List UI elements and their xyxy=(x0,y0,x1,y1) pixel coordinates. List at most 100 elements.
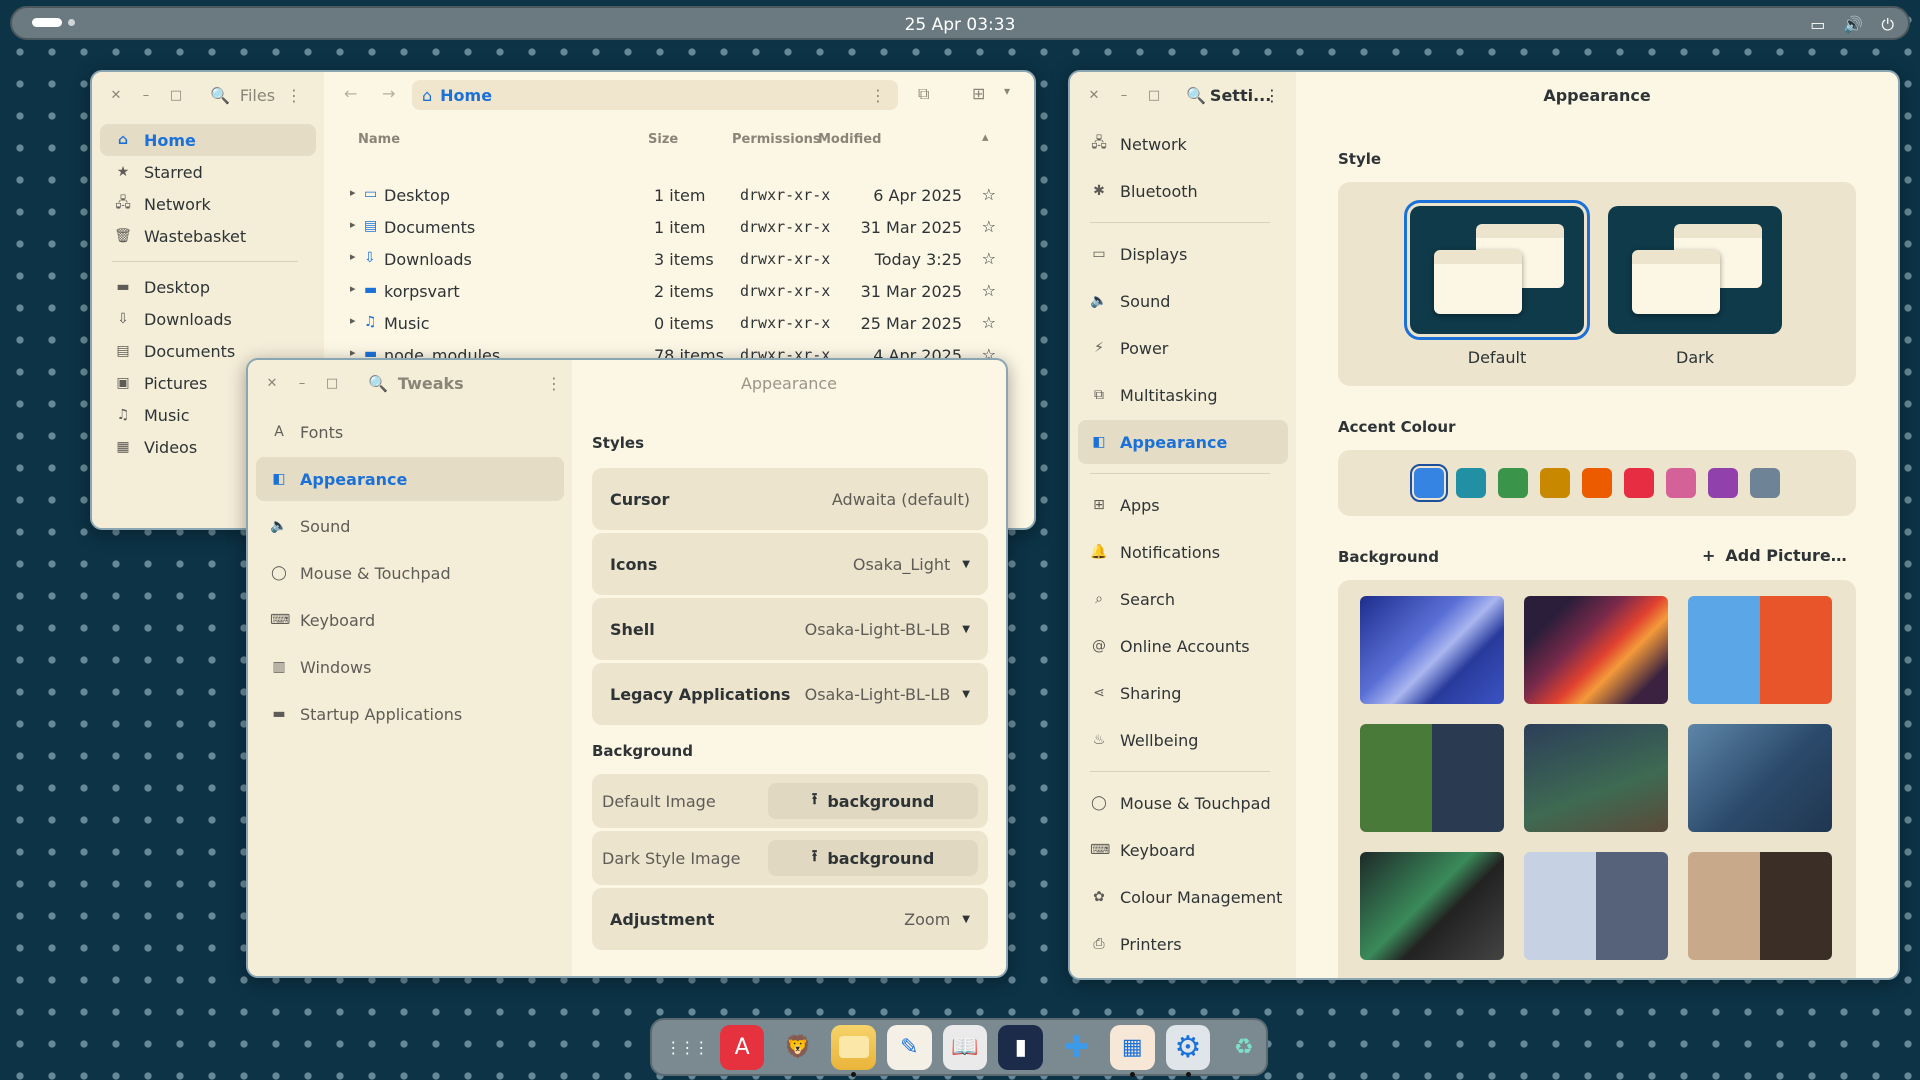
minimize-icon[interactable]: – xyxy=(1116,88,1132,103)
accent-swatch[interactable] xyxy=(1410,464,1448,502)
minimize-icon[interactable]: – xyxy=(294,376,310,391)
settings-nav-sharing[interactable]: ⋖ Sharing xyxy=(1078,671,1288,715)
system-tray[interactable]: ▭ 🔊 ⏻ xyxy=(1810,15,1894,35)
table-row[interactable]: ▸ ▤ Documents 1 item drwxr-xr-x 31 Mar 2025 ☆ xyxy=(324,214,1034,246)
menu-icon[interactable]: ⋮ xyxy=(546,374,562,393)
terminal-app-icon[interactable]: ▮ xyxy=(998,1024,1044,1070)
settings-nav-apps[interactable]: ⊞ Apps xyxy=(1078,483,1288,527)
settings-nav-appearance[interactable]: ◧ Appearance xyxy=(1078,420,1288,464)
trash-app-icon[interactable]: ♻ xyxy=(1221,1025,1266,1070)
expand-icon[interactable]: ▸ xyxy=(350,218,356,231)
accent-swatch[interactable] xyxy=(1456,468,1486,498)
settings-nav-online-accounts[interactable]: @ Online Accounts xyxy=(1078,624,1288,668)
column-header-size[interactable]: Size xyxy=(648,132,678,147)
table-row[interactable]: ▸ ⇩ Downloads 3 items drwxr-xr-x Today 3:25 ☆ xyxy=(324,246,1034,278)
add-picture-button[interactable]: + Add Picture… xyxy=(1702,546,1847,565)
forward-icon[interactable]: → xyxy=(382,84,395,103)
settings-nav-sound[interactable]: 🔈 Sound xyxy=(1078,279,1288,323)
tweaks-app-icon[interactable]: ▦ xyxy=(1109,1024,1155,1077)
sidebar-item-wastebasket[interactable]: 🗑 Wastebasket xyxy=(100,220,316,252)
settings-search-title[interactable]: 🔍 Setti... xyxy=(1186,86,1271,105)
tweaks-nav-fonts[interactable]: A Fonts xyxy=(256,410,564,454)
column-header-name[interactable]: Name xyxy=(358,132,400,147)
wallpaper-tree-day[interactable] xyxy=(1360,724,1504,832)
path-menu-icon[interactable]: ⋮ xyxy=(870,86,886,105)
star-icon[interactable]: ☆ xyxy=(982,249,996,268)
star-icon[interactable]: ☆ xyxy=(982,281,996,300)
sidebar-item-home[interactable]: ⌂ Home xyxy=(100,124,316,156)
style-row-legacy-applications[interactable]: Legacy Applications Osaka-Light-BL-LB ▼ xyxy=(592,663,988,725)
path-bar[interactable]: ⌂ Home ⋮ xyxy=(412,80,898,110)
close-icon[interactable]: ✕ xyxy=(1086,88,1102,103)
choose-image-button[interactable]: ⭱ background xyxy=(768,840,978,876)
accent-swatch[interactable] xyxy=(1666,468,1696,498)
star-icon[interactable]: ☆ xyxy=(982,217,996,236)
text-editor-icon[interactable]: ✎ xyxy=(886,1024,932,1070)
wallpaper-beige-swirl[interactable] xyxy=(1688,852,1832,960)
style-option-default[interactable] xyxy=(1404,200,1590,340)
star-icon[interactable]: ☆ xyxy=(982,185,996,204)
view-options-icon[interactable]: ▾ xyxy=(1004,84,1010,98)
expand-icon[interactable]: ▸ xyxy=(350,250,356,263)
accent-swatch[interactable] xyxy=(1540,468,1570,498)
app-center-icon[interactable]: A xyxy=(719,1024,765,1070)
screen-icon[interactable]: ▭ xyxy=(1810,15,1825,35)
wallpaper-glass-blue[interactable] xyxy=(1688,724,1832,832)
close-icon[interactable]: ✕ xyxy=(108,88,124,103)
sidebar-item-downloads[interactable]: ⇩ Downloads xyxy=(100,303,316,335)
tweaks-nav-sound[interactable]: 🔈 Sound xyxy=(256,504,564,548)
maximize-icon[interactable]: □ xyxy=(324,376,340,391)
settings-app-icon[interactable]: ⚙ xyxy=(1165,1024,1211,1077)
table-row[interactable]: ▸ ▭ Desktop 1 item drwxr-xr-x 6 Apr 2025 ☆ xyxy=(324,182,1034,214)
back-icon[interactable]: ← xyxy=(344,84,357,103)
star-icon[interactable]: ☆ xyxy=(982,313,996,332)
files-title[interactable]: 🔍 Files xyxy=(210,86,275,105)
accent-swatch[interactable] xyxy=(1708,468,1738,498)
clock[interactable]: 25 Apr 03:33 xyxy=(12,15,1908,35)
close-icon[interactable]: ✕ xyxy=(264,376,280,391)
choose-image-button[interactable]: ⭱ background xyxy=(768,783,978,819)
adjustment-row[interactable]: Adjustment Zoom ▼ xyxy=(592,888,988,950)
tweaks-nav-mouse-touchpad[interactable]: ◯ Mouse & Touchpad xyxy=(256,551,564,595)
menu-icon[interactable]: ⋮ xyxy=(1264,86,1280,105)
tweaks-nav-windows[interactable]: ▥ Windows xyxy=(256,645,564,689)
settings-nav-power[interactable]: ⚡ Power xyxy=(1078,326,1288,370)
accent-swatch[interactable] xyxy=(1582,468,1612,498)
column-header-modified[interactable]: Modified xyxy=(818,132,881,147)
settings-nav-multitasking[interactable]: ⧉ Multitasking xyxy=(1078,373,1288,417)
wallpaper-red-waves[interactable] xyxy=(1524,596,1668,704)
brave-browser-icon[interactable]: 🦁 xyxy=(775,1025,820,1070)
minimize-icon[interactable]: – xyxy=(138,88,154,103)
expand-icon[interactable]: ▸ xyxy=(350,282,356,295)
expand-icon[interactable]: ▸ xyxy=(350,314,356,327)
wallpaper-blue-cubes[interactable] xyxy=(1360,596,1504,704)
sidebar-item-desktop[interactable]: ▬ Desktop xyxy=(100,271,316,303)
settings-nav-colour-management[interactable]: ✿ Colour Management xyxy=(1078,875,1288,919)
settings-nav-notifications[interactable]: 🔔 Notifications xyxy=(1078,530,1288,574)
style-option-dark[interactable] xyxy=(1608,206,1782,334)
maximize-icon[interactable]: □ xyxy=(168,88,184,103)
settings-nav-search[interactable]: ⌕ Search xyxy=(1078,577,1288,621)
wallpaper-blue-orange[interactable] xyxy=(1688,596,1832,704)
tweaks-nav-appearance[interactable]: ◧ Appearance xyxy=(256,457,564,501)
app-grid-icon[interactable]: ⋮⋮⋮ xyxy=(664,1025,709,1070)
view-grid-icon[interactable]: ⊞ xyxy=(972,84,985,103)
dropdown-arrow-icon[interactable]: ▼ xyxy=(962,914,970,925)
accent-swatch[interactable] xyxy=(1750,468,1780,498)
wallpaper-tree-night[interactable] xyxy=(1524,724,1668,832)
style-row-cursor[interactable]: Cursor Adwaita (default) xyxy=(592,468,988,530)
settings-nav-displays[interactable]: ▭ Displays xyxy=(1078,232,1288,276)
accent-swatch[interactable] xyxy=(1624,468,1654,498)
expand-icon[interactable]: ▸ xyxy=(350,186,356,199)
settings-nav-network[interactable]: 🖧 Network xyxy=(1078,122,1288,166)
reader-app-icon[interactable]: 📖 xyxy=(942,1024,988,1070)
style-row-shell[interactable]: Shell Osaka-Light-BL-LB ▼ xyxy=(592,598,988,660)
accent-swatch[interactable] xyxy=(1498,468,1528,498)
settings-nav-mouse-touchpad[interactable]: ◯ Mouse & Touchpad xyxy=(1078,781,1288,825)
tweaks-nav-keyboard[interactable]: ⌨ Keyboard xyxy=(256,598,564,642)
settings-nav-printers[interactable]: ⎙ Printers xyxy=(1078,922,1288,966)
sidebar-item-starred[interactable]: ★ Starred xyxy=(100,156,316,188)
column-header-permissions[interactable]: Permissions xyxy=(732,132,821,147)
settings-nav-bluetooth[interactable]: ✱ Bluetooth xyxy=(1078,169,1288,213)
wallpaper-dark-shards[interactable] xyxy=(1360,852,1504,960)
